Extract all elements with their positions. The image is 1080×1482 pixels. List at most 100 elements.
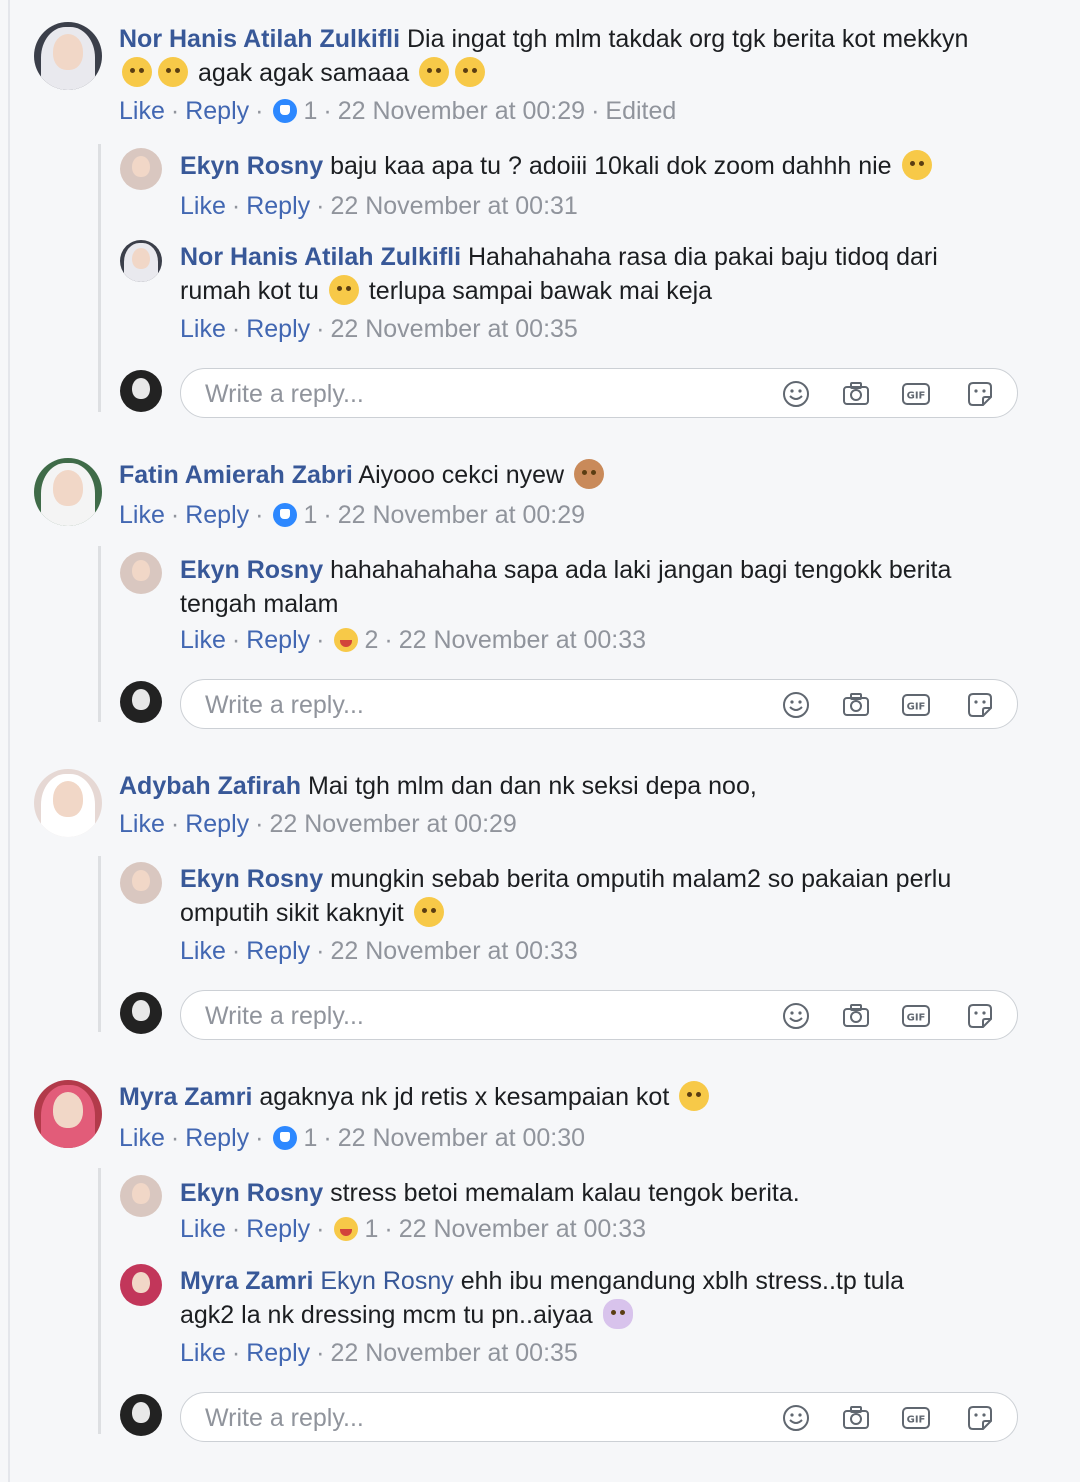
woman-facepalming-emoji-icon [602, 1299, 633, 1329]
smiley-icon[interactable] [781, 1403, 811, 1433]
reply-author[interactable]: Ekyn Rosny [180, 556, 323, 584]
reply-link[interactable]: Reply [246, 192, 310, 220]
camera-icon[interactable] [841, 690, 871, 720]
sticker-icon[interactable] [965, 690, 995, 720]
like-link[interactable]: Like [119, 501, 165, 529]
comment-author[interactable]: Myra Zamri [119, 1083, 252, 1111]
like-reaction-icon[interactable] [273, 1126, 298, 1150]
avatar[interactable] [34, 22, 102, 90]
unamused-emoji-icon [158, 57, 188, 87]
reaction-count[interactable]: 1 [364, 1215, 378, 1243]
reply-link[interactable]: Reply [246, 937, 310, 965]
timestamp[interactable]: 22 November at 00:29 [269, 810, 516, 838]
reply-link[interactable]: Reply [246, 1339, 310, 1367]
timestamp[interactable]: 22 November at 00:33 [399, 1215, 646, 1243]
reply-composer: GIF [180, 1392, 1018, 1442]
smiley-icon[interactable] [781, 1001, 811, 1031]
camera-icon[interactable] [841, 1403, 871, 1433]
svg-text:GIF: GIF [907, 391, 926, 402]
reply-author[interactable]: Nor Hanis Atilah Zulkifli [180, 243, 461, 271]
timestamp[interactable]: 22 November at 00:35 [330, 315, 577, 343]
reply-input[interactable] [203, 999, 767, 1033]
comment-author[interactable]: Fatin Amierah Zabri [119, 461, 353, 489]
like-link[interactable]: Like [180, 626, 226, 654]
avatar[interactable] [120, 1175, 162, 1217]
reply-actions: Like · Reply · 22 November at 00:31 [180, 192, 578, 220]
camera-icon[interactable] [841, 1001, 871, 1031]
like-link[interactable]: Like [180, 315, 226, 343]
current-user-avatar[interactable] [120, 681, 162, 723]
comment-author[interactable]: Adybah Zafirah [119, 772, 301, 800]
rolling-laughing-emoji-icon [328, 275, 359, 305]
like-reaction-icon[interactable] [273, 503, 298, 527]
timestamp[interactable]: 22 November at 00:33 [399, 626, 646, 654]
like-link[interactable]: Like [180, 1339, 226, 1367]
gif-icon[interactable]: GIF [901, 690, 931, 720]
comment-author[interactable]: Nor Hanis Atilah Zulkifli [119, 25, 400, 53]
avatar[interactable] [120, 862, 162, 904]
reply-link[interactable]: Reply [185, 97, 249, 125]
like-link[interactable]: Like [180, 937, 226, 965]
timestamp[interactable]: 22 November at 00:35 [330, 1339, 577, 1367]
smiley-icon[interactable] [781, 690, 811, 720]
camera-icon[interactable] [841, 379, 871, 409]
current-user-avatar[interactable] [120, 992, 162, 1034]
sticker-icon[interactable] [965, 379, 995, 409]
reply-link[interactable]: Reply [246, 315, 310, 343]
comment-actions: Like · Reply · 22 November at 00:29 [119, 810, 517, 838]
avatar[interactable] [34, 769, 102, 837]
avatar[interactable] [34, 458, 102, 526]
current-user-avatar[interactable] [120, 1394, 162, 1436]
reaction-count[interactable]: 1 [303, 1124, 317, 1152]
reply-link[interactable]: Reply [246, 1215, 310, 1243]
avatar[interactable] [34, 1080, 102, 1148]
like-link[interactable]: Like [119, 810, 165, 838]
page-left-border [8, 0, 10, 1482]
reply-author[interactable]: Myra Zamri [180, 1267, 313, 1295]
reply-author[interactable]: Ekyn Rosny [180, 865, 323, 893]
reply-link[interactable]: Reply [246, 626, 310, 654]
avatar[interactable] [120, 148, 162, 190]
reply-input[interactable] [203, 1401, 767, 1435]
reply-input[interactable] [203, 688, 767, 722]
edited-label[interactable]: Edited [605, 97, 676, 125]
like-link[interactable]: Like [119, 1124, 165, 1152]
avatar[interactable] [120, 240, 162, 282]
gif-icon[interactable]: GIF [901, 1403, 931, 1433]
mention-link[interactable]: Ekyn Rosny [320, 1267, 453, 1295]
reaction-count[interactable]: 1 [303, 501, 317, 529]
gif-icon[interactable]: GIF [901, 379, 931, 409]
svg-text:GIF: GIF [907, 1415, 926, 1426]
timestamp[interactable]: 22 November at 00:33 [330, 937, 577, 965]
reply-link[interactable]: Reply [185, 501, 249, 529]
reply-link[interactable]: Reply [185, 1124, 249, 1152]
like-reaction-icon[interactable] [273, 99, 298, 123]
haha-reaction-icon[interactable] [334, 628, 359, 652]
reply-author[interactable]: Ekyn Rosny [180, 152, 323, 180]
avatar[interactable] [120, 1264, 162, 1306]
reply-text: Ekyn Rosny hahahahahaha sapa ada laki ja… [180, 556, 952, 584]
see-no-evil-monkey-emoji-icon [574, 459, 605, 489]
timestamp[interactable]: 22 November at 00:31 [330, 192, 577, 220]
sticker-icon[interactable] [965, 1403, 995, 1433]
gif-icon[interactable]: GIF [901, 1001, 931, 1031]
smiley-icon[interactable] [781, 379, 811, 409]
sticker-icon[interactable] [965, 1001, 995, 1031]
reply-input[interactable] [203, 377, 767, 411]
like-link[interactable]: Like [180, 192, 226, 220]
like-link[interactable]: Like [180, 1215, 226, 1243]
reply-thread-rail [98, 546, 101, 722]
reaction-count[interactable]: 2 [364, 626, 378, 654]
timestamp[interactable]: 22 November at 00:30 [338, 1124, 585, 1152]
timestamp[interactable]: 22 November at 00:29 [338, 97, 585, 125]
haha-reaction-icon[interactable] [334, 1217, 359, 1241]
comment-text: Adybah Zafirah Mai tgh mlm dan dan nk se… [119, 772, 757, 800]
reply-author[interactable]: Ekyn Rosny [180, 1179, 323, 1207]
avatar[interactable] [120, 552, 162, 594]
like-link[interactable]: Like [119, 97, 165, 125]
current-user-avatar[interactable] [120, 370, 162, 412]
comment-actions: Like · Reply · 1 · 22 November at 00:29 · Edited [119, 97, 677, 125]
reply-link[interactable]: Reply [185, 810, 249, 838]
timestamp[interactable]: 22 November at 00:29 [338, 501, 585, 529]
reaction-count[interactable]: 1 [303, 97, 317, 125]
